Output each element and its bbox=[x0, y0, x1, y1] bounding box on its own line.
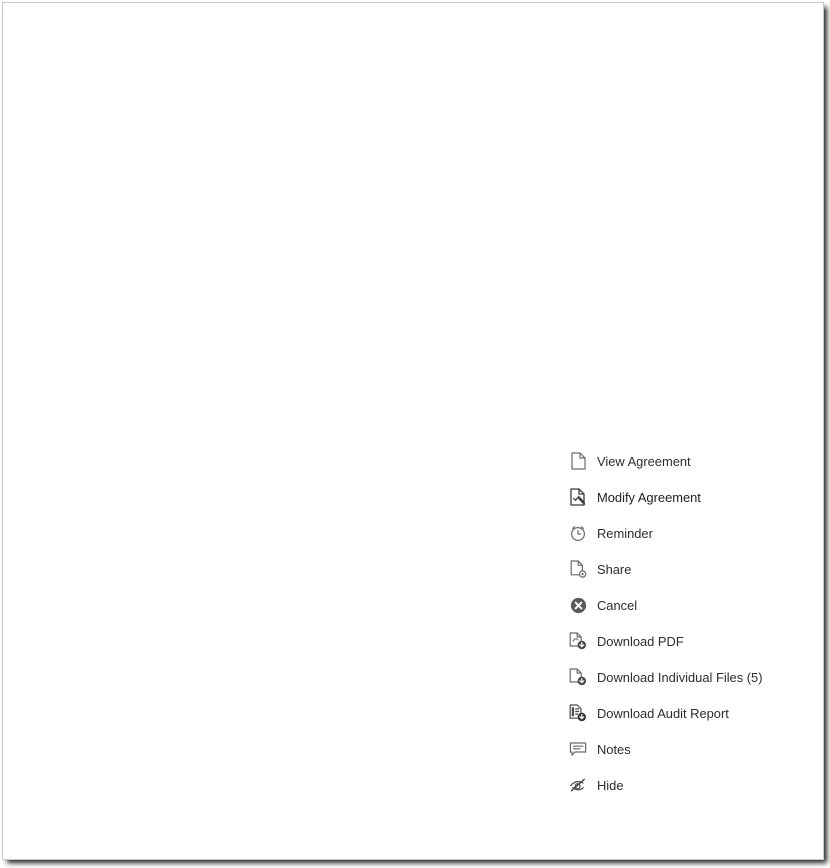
agreement-detail-pane: New Hire Packet Created May 10, 2019 5:4… bbox=[545, 3, 823, 859]
menu-item-label: View Agreement bbox=[597, 453, 691, 469]
detail-expiration-label: Expiration Date: bbox=[570, 200, 667, 214]
status-badge: Out for Signature bbox=[616, 71, 713, 85]
menu-item-download-pdf[interactable]: Download PDF bbox=[545, 623, 823, 659]
row-title: New Hire Packet bbox=[321, 88, 420, 103]
menu-item-label: Download Audit Report bbox=[597, 705, 729, 721]
menu-item-cancel[interactable]: Cancel bbox=[545, 587, 823, 623]
detail-status-label: Status: bbox=[570, 71, 613, 85]
detail-title: New Hire Packet bbox=[570, 20, 675, 35]
menu-item-label: Hide bbox=[597, 777, 624, 793]
row-progress: 0 of 3 completed bbox=[14, 100, 91, 111]
participant-name: 2. Casey Jones bbox=[597, 336, 683, 350]
row-recipient: Gotrek@skavenbane.dom bbox=[14, 135, 168, 150]
row-recipient: calliope@jupiter.dom bbox=[14, 83, 137, 98]
detail-status: Status: Out for Signature bbox=[570, 71, 712, 85]
column-header-recipients[interactable]: RECIPIENTS bbox=[14, 49, 83, 61]
participant-name: 1. calliope@jupiter.dom bbox=[597, 294, 726, 308]
notes-bubble-icon bbox=[567, 739, 589, 759]
document-icon bbox=[567, 451, 589, 471]
section-divider bbox=[554, 433, 816, 434]
menu-item-reminder[interactable]: Reminder bbox=[545, 515, 823, 551]
chevron-right-icon bbox=[567, 833, 587, 847]
menu-item-modify-agreement[interactable]: Modify Agreement bbox=[545, 479, 823, 515]
agreement-rows: calliope@jupiter.dom 0 of 3 completed Ou… bbox=[3, 71, 545, 165]
download-pdf-icon bbox=[567, 631, 589, 651]
avatar bbox=[569, 376, 588, 395]
row-status: Out for Signature bbox=[183, 135, 284, 150]
participant-role: Signer bbox=[597, 395, 628, 407]
participant-role: Signature requested on May 10, 2019 bbox=[597, 311, 775, 323]
row-modified: 5/10/2019 bbox=[457, 88, 516, 103]
menu-item-hide[interactable]: Hide bbox=[545, 767, 823, 803]
column-header-title[interactable]: TITLE bbox=[321, 49, 353, 61]
participant-role: Signer bbox=[597, 353, 628, 365]
section-divider bbox=[554, 102, 816, 103]
action-menu: View Agreement Modify Agreement Reminder… bbox=[545, 443, 823, 803]
menu-item-label: Notes bbox=[597, 741, 631, 757]
menu-item-label: Download Individual Files (5) bbox=[597, 669, 763, 685]
menu-item-download-audit-report[interactable]: Download Audit Report bbox=[545, 695, 823, 731]
activity-label: Activity bbox=[593, 832, 635, 848]
detail-from: From: Casey Jones bbox=[570, 114, 682, 128]
list-heading: In Progress bbox=[14, 8, 99, 25]
menu-item-label: Cancel bbox=[597, 597, 638, 613]
share-document-icon bbox=[567, 559, 589, 579]
row-title: Offer Letter bbox=[321, 135, 388, 150]
menu-item-label: Share bbox=[597, 561, 632, 577]
detail-from-value: Casey Jones bbox=[609, 114, 682, 128]
table-row[interactable]: calliope@jupiter.dom 0 of 3 completed Ou… bbox=[3, 71, 545, 118]
menu-item-view-agreement[interactable]: View Agreement bbox=[545, 443, 823, 479]
avatar bbox=[569, 292, 588, 311]
detail-message: Please review and complete New Hire Pack… bbox=[570, 149, 783, 184]
menu-item-download-individual-files[interactable]: Download Individual Files (5) bbox=[545, 659, 823, 695]
cancel-circle-icon bbox=[567, 595, 589, 615]
document-edit-icon bbox=[567, 487, 589, 507]
avatar bbox=[569, 334, 588, 353]
row-status: Out for Signature bbox=[183, 88, 284, 103]
section-divider bbox=[554, 254, 816, 255]
menu-item-notes[interactable]: Notes bbox=[545, 731, 823, 767]
menu-item-label: Reminder bbox=[597, 525, 653, 541]
detail-from-label: From: bbox=[570, 114, 606, 128]
pencil-icon[interactable] bbox=[681, 197, 701, 217]
row-modified: 5/10/2019 bbox=[457, 135, 516, 150]
section-divider bbox=[554, 815, 816, 816]
agreement-list-pane: In Progress RECIPIENTS STATUS TITLE MODI… bbox=[3, 3, 545, 859]
alarm-clock-icon bbox=[567, 523, 589, 543]
detail-created: Created May 10, 2019 5:44 AM bbox=[570, 41, 734, 55]
activity-expander[interactable]: Activity bbox=[545, 825, 823, 855]
participants-heading: 3 Participants (0 Completed) bbox=[570, 270, 733, 285]
menu-item-share[interactable]: Share bbox=[545, 551, 823, 587]
download-report-icon bbox=[567, 703, 589, 723]
window-content: In Progress RECIPIENTS STATUS TITLE MODI… bbox=[3, 3, 823, 859]
column-header-modified[interactable]: MODIFIED bbox=[457, 49, 513, 61]
participant-name: 3. hr@mydomain.dom bbox=[597, 378, 720, 392]
hide-eye-icon bbox=[567, 775, 589, 795]
download-files-icon bbox=[567, 667, 589, 687]
menu-item-label: Modify Agreement bbox=[597, 489, 701, 505]
column-header-status[interactable]: STATUS bbox=[183, 49, 227, 61]
table-row[interactable]: Gotrek@skavenbane.dom Out for Signature … bbox=[3, 118, 545, 165]
menu-item-label: Download PDF bbox=[597, 633, 684, 649]
agreement-manage-window: In Progress RECIPIENTS STATUS TITLE MODI… bbox=[0, 0, 830, 868]
